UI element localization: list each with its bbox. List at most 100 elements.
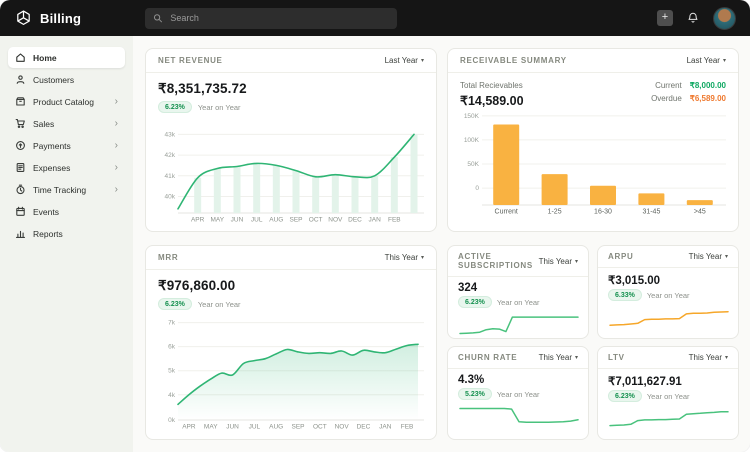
chevron-down-icon: ▾ xyxy=(723,57,726,64)
sales-cart-icon xyxy=(15,118,26,129)
sidebar: Home Customers Product Catalog › Sales ›… xyxy=(0,36,133,452)
card-title: ARPU xyxy=(608,252,633,261)
period-select[interactable]: This Year▾ xyxy=(385,253,424,262)
sidebar-item-time-tracking[interactable]: Time Tracking › xyxy=(8,179,125,200)
churn-rate-card: CHURN RATE This Year▾ 4.3% 5.23% Year on… xyxy=(447,346,589,440)
yoy-badge: 5.23% xyxy=(458,388,492,400)
active-subscriptions-value: 324 xyxy=(458,282,578,294)
svg-text:APR: APR xyxy=(191,217,205,224)
period-select[interactable]: This Year▾ xyxy=(689,353,728,362)
topbar: Billing + xyxy=(0,0,750,36)
net-revenue-value: ₹8,351,735.72 xyxy=(158,81,424,97)
current-value: ₹8,000.00 xyxy=(690,81,726,90)
card-title: LTV xyxy=(608,353,625,362)
yoy-caption: Year on Year xyxy=(198,300,241,309)
overdue-label: Overdue xyxy=(651,94,682,103)
home-icon xyxy=(15,52,26,63)
yoy-badge: 6.23% xyxy=(158,101,192,113)
current-label: Current xyxy=(655,81,682,90)
period-select[interactable]: This Year▾ xyxy=(689,252,728,261)
sidebar-item-customers[interactable]: Customers xyxy=(8,69,125,90)
app-title: Billing xyxy=(40,11,81,26)
sidebar-item-events[interactable]: Events xyxy=(8,201,125,222)
sidebar-item-label: Events xyxy=(33,207,118,217)
dashboard: NET REVENUE Last Year▾ ₹8,351,735.72 6.2… xyxy=(133,36,750,452)
arpu-sparkline xyxy=(608,305,730,331)
sidebar-item-payments[interactable]: Payments › xyxy=(8,135,125,156)
svg-text:41k: 41k xyxy=(165,173,176,180)
svg-text:43k: 43k xyxy=(165,131,176,138)
svg-text:50K: 50K xyxy=(467,161,479,168)
sidebar-item-product-catalog[interactable]: Product Catalog › xyxy=(8,91,125,112)
chevron-down-icon: ▾ xyxy=(421,57,424,64)
svg-text:AUG: AUG xyxy=(269,217,283,224)
create-new-button[interactable]: + xyxy=(657,10,673,26)
svg-text:100K: 100K xyxy=(464,137,480,144)
card-title: NET REVENUE xyxy=(158,56,223,65)
expenses-receipt-icon xyxy=(15,162,26,173)
product-catalog-icon xyxy=(15,96,26,107)
chevron-down-icon: ▾ xyxy=(725,253,728,260)
sidebar-item-home[interactable]: Home xyxy=(8,47,125,68)
svg-text:OCT: OCT xyxy=(309,217,323,224)
user-avatar[interactable] xyxy=(713,7,736,30)
mrr-chart: 7k6k5k4k0kAPRMAYJUNJULAUGSEPOCTNOVDECJAN… xyxy=(158,313,426,431)
svg-text:FEB: FEB xyxy=(401,424,414,431)
chevron-right-icon: › xyxy=(115,141,118,151)
ltv-value: ₹7,011,627.91 xyxy=(608,374,728,388)
sidebar-item-label: Time Tracking xyxy=(33,185,108,195)
events-calendar-icon xyxy=(15,206,26,217)
svg-text:MAY: MAY xyxy=(211,217,225,224)
search-bar[interactable] xyxy=(145,8,397,29)
search-input[interactable] xyxy=(168,12,389,24)
sidebar-item-sales[interactable]: Sales › xyxy=(8,113,125,134)
svg-text:0: 0 xyxy=(475,185,479,192)
svg-text:7k: 7k xyxy=(168,320,176,327)
sidebar-item-reports[interactable]: Reports xyxy=(8,223,125,244)
svg-text:0k: 0k xyxy=(168,417,176,424)
yoy-caption: Year on Year xyxy=(198,103,241,112)
chevron-down-icon: ▾ xyxy=(725,354,728,361)
svg-text:JAN: JAN xyxy=(369,217,382,224)
app-window: Billing + Home xyxy=(0,0,750,452)
churn-rate-value: 4.3% xyxy=(458,374,578,386)
svg-text:JUL: JUL xyxy=(251,217,263,224)
chevron-right-icon: › xyxy=(115,119,118,129)
notifications-bell-icon[interactable] xyxy=(687,12,699,24)
svg-text:OCT: OCT xyxy=(313,424,327,431)
svg-text:DEC: DEC xyxy=(357,424,371,431)
brand: Billing xyxy=(14,9,133,28)
sidebar-item-label: Product Catalog xyxy=(33,97,108,107)
card-title: ACTIVE SUBSCRIPTIONS xyxy=(458,252,539,270)
mrr-card: MRR This Year▾ ₹976,860.00 6.23% Year on… xyxy=(145,245,437,440)
chevron-down-icon: ▾ xyxy=(575,258,578,265)
card-title: MRR xyxy=(158,253,178,262)
yoy-caption: Year on Year xyxy=(647,291,690,300)
period-select[interactable]: Last Year▾ xyxy=(385,56,424,65)
sidebar-item-label: Customers xyxy=(33,75,118,85)
sidebar-item-label: Payments xyxy=(33,141,108,151)
period-select[interactable]: This Year▾ xyxy=(539,353,578,362)
svg-text:APR: APR xyxy=(182,424,196,431)
time-tracking-clock-icon xyxy=(15,184,26,195)
svg-text:FEB: FEB xyxy=(388,217,401,224)
svg-text:40k: 40k xyxy=(165,193,176,200)
svg-text:16-30: 16-30 xyxy=(594,209,612,216)
svg-text:NOV: NOV xyxy=(328,217,343,224)
svg-text:JUL: JUL xyxy=(249,424,261,431)
active-subscriptions-card: ACTIVE SUBSCRIPTIONS This Year▾ 324 6.23… xyxy=(447,245,589,339)
active-subscriptions-sparkline xyxy=(458,312,580,338)
total-receivables-label: Total Recievables xyxy=(460,81,524,90)
arpu-value: ₹3,015.00 xyxy=(608,273,728,287)
period-select[interactable]: Last Year▾ xyxy=(687,56,726,65)
total-receivables-value: ₹14,589.00 xyxy=(460,93,524,108)
chevron-down-icon: ▾ xyxy=(421,254,424,261)
yoy-badge: 6.23% xyxy=(608,390,642,402)
svg-text:SEP: SEP xyxy=(289,217,302,224)
sidebar-item-expenses[interactable]: Expenses › xyxy=(8,157,125,178)
yoy-badge: 6.33% xyxy=(608,289,642,301)
receivable-summary-card: RECEIVABLE SUMMARY Last Year▾ Total Reci… xyxy=(447,48,739,232)
payments-icon xyxy=(15,140,26,151)
svg-text:6k: 6k xyxy=(168,344,176,351)
period-select[interactable]: This Year▾ xyxy=(539,257,578,266)
